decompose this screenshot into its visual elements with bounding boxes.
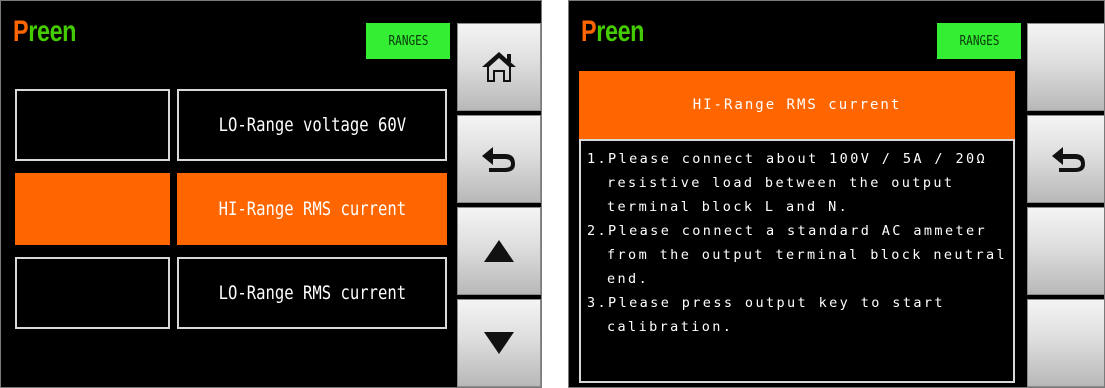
instruction-line: from the output terminal block neutral <box>607 247 1008 263</box>
brand-logo: Preen <box>581 15 645 48</box>
ranges-screen-left: Preen RANGES LO-Range voltage 60V HI-Ran… <box>0 0 542 388</box>
arrow-down-icon <box>484 332 514 354</box>
blank-button-3[interactable] <box>1027 299 1104 387</box>
brand-logo: Preen <box>13 15 77 48</box>
calibration-screen-right: Preen RANGES HI-Range RMS current 1.Plea… <box>568 0 1105 388</box>
back-icon <box>1052 147 1085 172</box>
instruction-line: 3.Please press output key to start <box>587 295 945 311</box>
back-button[interactable] <box>1027 115 1104 203</box>
home-icon <box>482 52 516 82</box>
row-selector-2[interactable] <box>15 173 170 245</box>
ranges-badge: RANGES <box>937 23 1021 59</box>
back-button[interactable] <box>457 115 541 203</box>
range-item-lo-voltage[interactable]: LO-Range voltage 60V <box>177 89 447 161</box>
calibration-instructions: 1.Please connect about 100V / 5A / 20Ω r… <box>579 139 1015 383</box>
ranges-badge: RANGES <box>366 23 450 59</box>
instruction-line: end. <box>607 271 650 287</box>
row-selector-1[interactable] <box>15 89 170 161</box>
scroll-up-button[interactable] <box>457 207 541 295</box>
scroll-down-button[interactable] <box>457 299 541 387</box>
calibration-title: HI-Range RMS current <box>579 71 1015 139</box>
range-item-hi-rms-current[interactable]: HI-Range RMS current <box>177 173 447 245</box>
blank-button-2[interactable] <box>1027 207 1104 295</box>
sidebar-left <box>457 1 541 387</box>
back-icon <box>482 147 515 172</box>
sidebar-right <box>1027 1 1104 387</box>
home-button[interactable] <box>457 23 541 111</box>
arrow-up-icon <box>484 240 514 262</box>
instruction-line: 1.Please connect about 100V / 5A / 20Ω <box>587 151 988 167</box>
blank-button-1[interactable] <box>1027 23 1104 111</box>
instruction-line: calibration. <box>607 319 734 335</box>
instruction-line: resistive load between the output <box>607 175 955 191</box>
row-selector-3[interactable] <box>15 257 170 329</box>
range-item-lo-rms-current[interactable]: LO-Range RMS current <box>177 257 447 329</box>
instruction-line: 2.Please connect a standard AC ammeter <box>587 223 988 239</box>
instruction-line: terminal block L and N. <box>607 199 850 215</box>
